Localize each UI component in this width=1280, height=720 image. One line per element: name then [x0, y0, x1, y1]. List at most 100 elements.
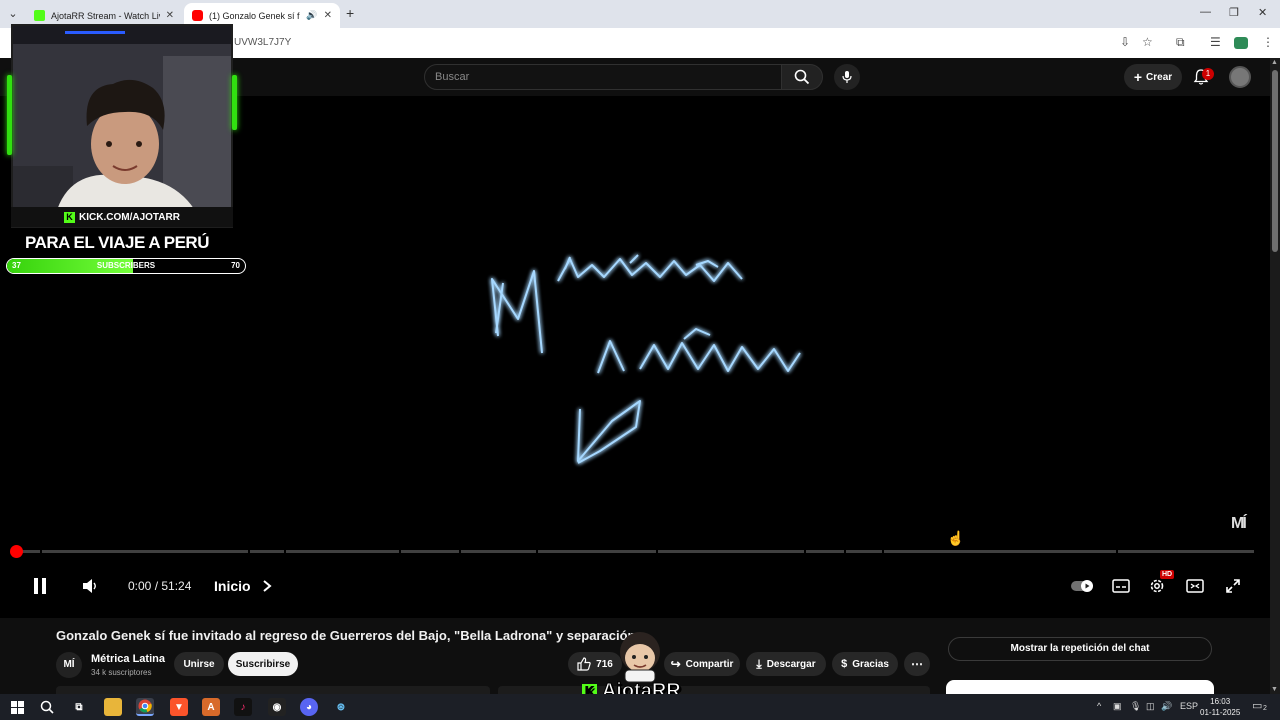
chapter-marker	[804, 550, 806, 553]
theater-mode-icon	[1186, 579, 1204, 593]
chapter-marker	[284, 550, 286, 553]
search-input[interactable]: Buscar	[424, 64, 782, 90]
progress-bar[interactable]	[16, 550, 1254, 553]
install-app-icon[interactable]: ⇩	[1120, 35, 1130, 49]
video-title: Gonzalo Genek sí fue invitado al regreso…	[56, 628, 636, 643]
notification-badge: 1	[1202, 68, 1214, 80]
subscribe-button[interactable]: Suscribirse	[228, 652, 298, 676]
voice-search-button[interactable]	[834, 64, 860, 90]
more-icon: ⋯	[911, 657, 923, 671]
channel-watermark[interactable]: MÍ	[1231, 515, 1247, 533]
subscriber-count: 34 k suscriptores	[91, 668, 152, 677]
tray-expand-icon[interactable]: ^	[1097, 701, 1101, 711]
subscriber-goal-bar: 37 SUBSCRIBERS 70	[6, 258, 246, 274]
tab-title: AjotaRR Stream - Watch Live on Kick	[51, 10, 160, 21]
page-scrollbar[interactable]: ▲ ▼	[1270, 58, 1280, 694]
notifications-count: 2	[1263, 705, 1267, 712]
hd-badge: HD	[1160, 570, 1175, 579]
fullscreen-button[interactable]	[1222, 574, 1244, 598]
file-explorer-icon[interactable]	[104, 698, 122, 716]
join-button[interactable]: Unirse	[174, 652, 224, 676]
create-button[interactable]: + Crear	[1124, 64, 1182, 90]
network-icon[interactable]: ◫	[1146, 701, 1155, 712]
microphone-icon[interactable]: 🎙	[1130, 701, 1141, 712]
brave-icon[interactable]: ▼	[170, 698, 188, 716]
thanks-button[interactable]: $ Gracias	[832, 652, 898, 676]
search-placeholder: Buscar	[435, 71, 470, 83]
extensions-icon[interactable]: ⧉	[1176, 35, 1185, 50]
chapter-marker	[399, 550, 401, 553]
screen: ⌄ AjotaRR Stream - Watch Live on Kick ✕ …	[0, 0, 1280, 720]
windows-start-icon[interactable]	[8, 698, 26, 716]
search-button[interactable]	[781, 64, 823, 90]
scrollbar-thumb[interactable]	[1272, 70, 1278, 252]
gear-icon	[1150, 579, 1164, 593]
notifications-icon[interactable]: ▭	[1252, 699, 1262, 712]
minimize-icon[interactable]: —	[1200, 6, 1211, 18]
account-avatar[interactable]	[1229, 66, 1251, 88]
volume-icon	[83, 579, 96, 593]
chrome-icon[interactable]	[136, 698, 154, 716]
browser-menu-icon[interactable]: ⋮	[1262, 35, 1274, 49]
autoplay-toggle[interactable]	[1070, 574, 1096, 598]
goal-label: SUBSCRIBERS	[96, 261, 156, 270]
tab-search-icon[interactable]: ⌄	[4, 5, 22, 23]
search-icon[interactable]	[38, 698, 56, 716]
show-chat-replay-button[interactable]: Mostrar la repetición del chat	[948, 637, 1212, 661]
webcam-overlay	[11, 24, 233, 228]
close-tab-icon[interactable]: ✕	[166, 10, 174, 21]
reading-list-icon[interactable]: ☰	[1210, 35, 1221, 49]
window-close-icon[interactable]: ✕	[1258, 6, 1267, 19]
channel-avatar[interactable]: MÍ	[56, 652, 82, 678]
chapter-title[interactable]: Inicio	[214, 578, 251, 594]
language-indicator[interactable]: ESP	[1180, 701, 1198, 711]
pause-button[interactable]	[28, 574, 52, 598]
microphone-icon	[842, 71, 852, 83]
chapter-marker	[882, 550, 884, 553]
neon-frame-right	[232, 75, 237, 130]
task-view-icon[interactable]: ⧉	[70, 698, 88, 716]
more-actions-button[interactable]: ⋯	[904, 652, 930, 676]
chapter-marker	[1116, 550, 1118, 553]
search-icon	[794, 69, 810, 85]
close-tab-icon[interactable]: ✕	[324, 10, 332, 21]
speaker-icon[interactable]: 🔊	[306, 10, 317, 21]
subtitles-icon	[1112, 579, 1130, 593]
scroll-down-icon[interactable]: ▼	[1271, 686, 1278, 693]
chapter-marker	[844, 550, 846, 553]
fullscreen-icon	[1226, 579, 1240, 593]
chapter-marker	[459, 550, 461, 553]
video-frame-electric-logo	[491, 254, 801, 464]
channel-name[interactable]: Métrica Latina	[91, 653, 165, 665]
volume-button[interactable]	[78, 574, 102, 598]
url-field[interactable]: UVW3L7J7Y	[234, 37, 291, 48]
thanks-icon: $	[841, 658, 848, 670]
subtitles-button[interactable]	[1110, 574, 1132, 598]
bookmark-star-icon[interactable]: ☆	[1142, 35, 1153, 49]
neon-frame-left	[7, 75, 12, 155]
scroll-up-icon[interactable]: ▲	[1271, 59, 1278, 66]
plus-icon: +	[1133, 69, 1143, 85]
miniplayer-button[interactable]	[1184, 574, 1206, 598]
app-a-icon[interactable]: A	[202, 698, 220, 716]
new-tab-button[interactable]: +	[346, 5, 354, 21]
steam-icon[interactable]: ⊛	[332, 698, 350, 716]
kick-url: KICK.COM/AJOTARR	[79, 211, 180, 223]
tiktok-icon[interactable]: ♪	[234, 698, 252, 716]
kick-url-banner: K KICK.COM/AJOTARR	[11, 207, 233, 227]
chevron-right-icon	[263, 580, 272, 592]
discord-icon[interactable]: ◕	[300, 698, 318, 716]
autoplay-toggle-icon	[1071, 580, 1093, 592]
system-clock[interactable]: 16:03 01-11-2025	[1200, 696, 1240, 718]
volume-icon[interactable]: 🔊	[1161, 701, 1172, 712]
goal-end: 70	[231, 261, 240, 270]
create-label: Crear	[1146, 71, 1173, 83]
tray-app-icon[interactable]: ▣	[1113, 701, 1122, 712]
obs-icon[interactable]: ◉	[268, 698, 286, 716]
progress-scrubber[interactable]	[10, 545, 23, 558]
side-card	[946, 680, 1214, 694]
download-button[interactable]: ⤓ Descargar	[746, 652, 826, 676]
restore-icon[interactable]: ❐	[1229, 6, 1239, 19]
profile-extension-icon[interactable]	[1234, 37, 1248, 49]
next-chapter-button[interactable]	[258, 574, 276, 598]
